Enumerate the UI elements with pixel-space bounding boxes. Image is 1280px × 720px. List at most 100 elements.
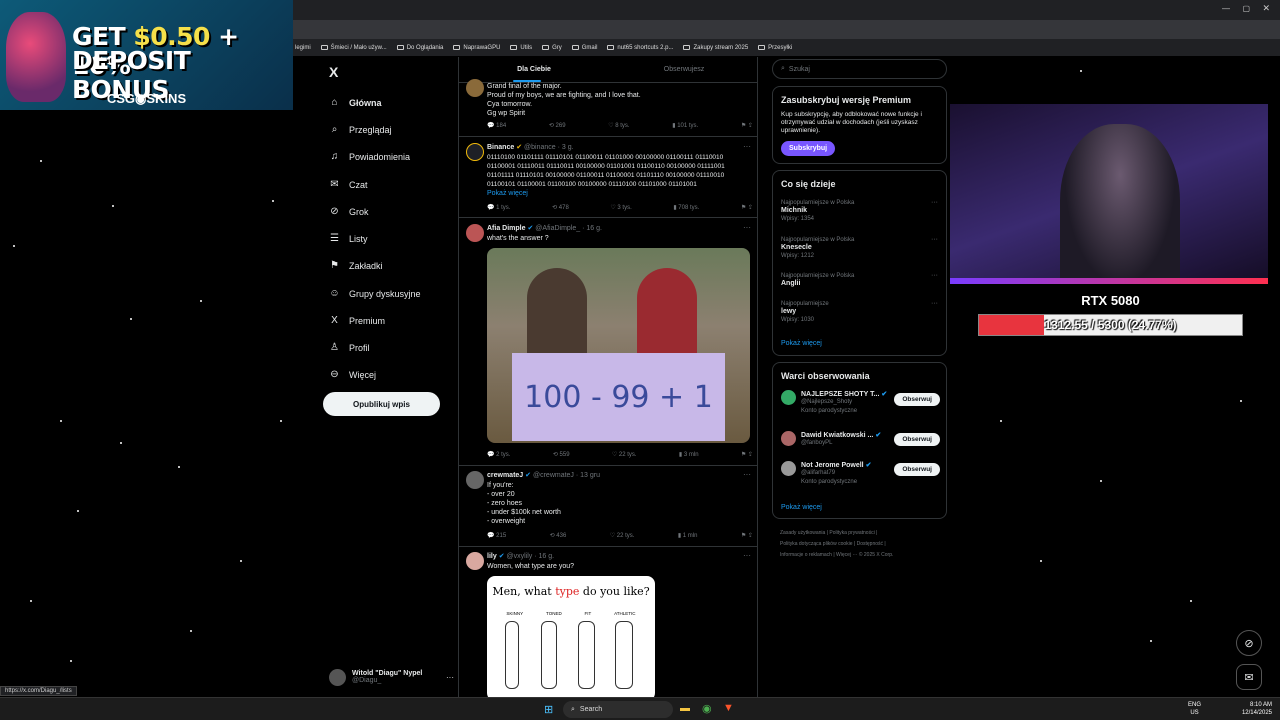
bookmark-item[interactable]: Utils <box>510 45 532 51</box>
tweet[interactable]: Afia Dimple ✔ @AfiaDimple_ · 16 g. ··· w… <box>459 218 757 466</box>
tweet[interactable]: Grand final of the major. Proud of my bo… <box>459 79 757 137</box>
sidebar-item-7[interactable]: ☺ Grupy dyskusyjne <box>329 288 420 299</box>
sidebar-item-10[interactable]: ⊖ Więcej <box>329 369 376 380</box>
bookmark-icon[interactable]: ⚑ ⇪ <box>741 122 753 129</box>
retweet-button[interactable]: ⟲ 436 <box>550 532 567 539</box>
footer-link[interactable]: Dostępność <box>857 541 883 547</box>
sidebar-item-1[interactable]: ⌕ Przeglądaj <box>329 124 392 135</box>
close-icon[interactable]: ✕ <box>1262 3 1270 14</box>
reply-button[interactable]: 💬 184 <box>487 122 506 129</box>
footer-link[interactable]: Zasady użytkowania <box>780 530 825 536</box>
star <box>240 560 242 562</box>
more-dots-icon[interactable]: ··· <box>931 300 938 307</box>
messages-icon[interactable]: ✉ <box>1236 664 1262 690</box>
footer-link[interactable]: Polityka prywatności <box>829 530 874 536</box>
bookmark-item[interactable]: Gry <box>542 45 562 51</box>
sidebar-item-6[interactable]: ⚑ Zakładki <box>329 260 383 271</box>
footer-link[interactable]: Polityka dotycząca plików cookie <box>780 541 853 547</box>
trend-item[interactable]: Najpopularniejsze lewy Wpisy: 1030 <box>781 300 829 324</box>
views-button[interactable]: ▮ 1 mln <box>678 532 698 539</box>
windows-start-icon[interactable]: ⊞ <box>544 703 553 716</box>
tweet[interactable]: lily ✔ @vxylily · 16 g. ··· Women, what … <box>459 547 757 697</box>
bookmark-icon[interactable]: ⚑ ⇪ <box>741 204 753 211</box>
minimize-icon[interactable]: — <box>1222 4 1230 13</box>
like-button[interactable]: ♡ 8 tys. <box>608 122 629 129</box>
search-input[interactable]: ⌕ Szukaj <box>772 59 947 79</box>
system-clock[interactable]: 8:10 AM 12/14/2025 <box>1242 701 1272 717</box>
bookmark-label: Przesyłki <box>768 44 793 51</box>
trend-item[interactable]: Najpopularniejsze w Polska Anglii <box>781 272 854 288</box>
more-dots-icon[interactable]: ··· <box>931 272 938 279</box>
footer-link[interactable]: Informacje o reklamach <box>780 552 832 558</box>
retweet-button[interactable]: ⟲ 559 <box>553 451 570 458</box>
x-logo-icon[interactable]: X <box>329 64 338 80</box>
show-more-link[interactable]: Pokaż więcej <box>487 189 528 198</box>
reply-button[interactable]: 💬 1 tys. <box>487 204 510 211</box>
grok-icon[interactable]: ⊘ <box>1236 630 1262 656</box>
more-dots-icon[interactable]: ··· <box>743 223 751 232</box>
more-dots-icon[interactable]: ··· <box>743 551 751 560</box>
follow-button[interactable]: Obserwuj <box>894 433 940 446</box>
bookmark-icon[interactable]: ⚑ ⇪ <box>741 451 753 458</box>
more-dots-icon[interactable]: ··· <box>446 673 454 682</box>
post-button[interactable]: Opublikuj wpis <box>323 392 440 416</box>
follow-suggestion[interactable]: Dawid Kwiatkowski ... ✔ @fanboyPL <box>781 431 881 448</box>
sidebar-item-9[interactable]: ♙ Profil <box>329 342 370 353</box>
more-dots-icon[interactable]: ··· <box>743 142 751 151</box>
trend-item[interactable]: Najpopularniejsze w Polska Michnik Wpisy: … <box>781 199 854 223</box>
more-dots-icon[interactable]: ··· <box>931 199 938 206</box>
show-more-link[interactable]: Pokaż więcej <box>781 504 822 511</box>
like-button[interactable]: ♡ 22 tys. <box>610 532 635 539</box>
follow-button[interactable]: Obserwuj <box>894 393 940 406</box>
file-explorer-icon[interactable]: ▬ <box>680 703 690 714</box>
bookmark-item[interactable]: Do Oglądania <box>396 45 443 51</box>
sidebar-item-3[interactable]: ✉ Czat <box>329 179 367 190</box>
sidebar-item-8[interactable]: X Premium <box>329 315 385 326</box>
sidebar-item-0[interactable]: ⌂ Główna <box>329 97 381 108</box>
views-button[interactable]: ▮ 101 tys. <box>672 122 698 129</box>
reply-button[interactable]: 💬 2 tys. <box>487 451 510 458</box>
tweet[interactable]: Binance ✔ @binance · 3 g. ··· 01110100 0… <box>459 137 757 218</box>
sidebar-item-2[interactable]: ♫ Powiadomienia <box>329 151 410 162</box>
chrome-icon[interactable]: ◉ <box>702 702 712 715</box>
bookmark-icon[interactable]: ⚑ ⇪ <box>741 532 753 539</box>
follow-suggestion[interactable]: Not Jerome Powell ✔ @alifarhat79 Konto par… <box>781 461 871 487</box>
trend-item[interactable]: Najpopularniejsze w Polska Knesecle Wpisy:… <box>781 236 854 260</box>
sidebar-item-5[interactable]: ☰ Listy <box>329 233 368 244</box>
subscribe-button[interactable]: Subskrybuj <box>781 141 836 156</box>
tab-following[interactable]: Obserwujesz <box>609 57 757 82</box>
bookmark-item[interactable]: nut65 shortcuts 2.p... <box>607 45 673 51</box>
like-button[interactable]: ♡ 3 tys. <box>610 204 631 211</box>
retweet-button[interactable]: ⟲ 478 <box>552 204 569 211</box>
star <box>178 466 180 468</box>
brave-icon[interactable]: ▼ <box>723 702 734 714</box>
more-dots-icon[interactable]: ··· <box>743 470 751 479</box>
language-indicator[interactable]: ENG US <box>1188 701 1201 717</box>
reply-button[interactable]: 💬 215 <box>487 532 506 539</box>
ad-banner[interactable]: GET $0.50 + 10% DEPOSIT BONUS CSG◉SKINS <box>0 0 293 110</box>
star <box>200 300 202 302</box>
bookmark-item[interactable]: Gmail <box>571 45 597 51</box>
like-button[interactable]: ♡ 22 tys. <box>612 451 637 458</box>
bookmark-item[interactable]: Śmieci / Mało używ... <box>320 45 387 51</box>
follow-suggestion[interactable]: NAJLEPSZE SHOTY T... ✔ @Najlepsze_Shoty Ko… <box>781 390 887 416</box>
tweet-image[interactable]: 100 - 99 + 1 <box>487 248 750 443</box>
account-switcher[interactable]: Witold "Diagu" Nypel @Diagu_ ··· <box>329 664 454 690</box>
show-more-link[interactable]: Pokaż więcej <box>781 340 822 347</box>
follow-button[interactable]: Obserwuj <box>894 463 940 476</box>
tab-for-you[interactable]: Dla Ciebie <box>459 57 609 82</box>
sidebar-item-4[interactable]: ⊘ Grok <box>329 206 368 217</box>
bookmark-item[interactable]: legimi <box>295 45 311 51</box>
tweet-image[interactable]: Men, what type do you like? SKINNY TONED F… <box>487 576 655 697</box>
tweet[interactable]: crewmateJ ✔ @crewmateJ · 13 gru ··· If y… <box>459 466 757 547</box>
bookmark-item[interactable]: Zakupy stream 2025 <box>683 45 748 51</box>
maximize-icon[interactable]: ▢ <box>1242 4 1250 13</box>
views-button[interactable]: ▮ 708 tys. <box>673 204 699 211</box>
taskbar-search[interactable]: ⌕ Search <box>563 701 673 718</box>
footer-link[interactable]: Więcej ··· <box>836 552 857 558</box>
more-dots-icon[interactable]: ··· <box>931 236 938 243</box>
retweet-button[interactable]: ⟲ 269 <box>549 122 566 129</box>
bookmark-item[interactable]: Przesyłki <box>758 45 792 51</box>
bookmark-item[interactable]: NaprawaGPU <box>453 45 500 51</box>
views-button[interactable]: ▮ 3 mln <box>679 451 699 458</box>
